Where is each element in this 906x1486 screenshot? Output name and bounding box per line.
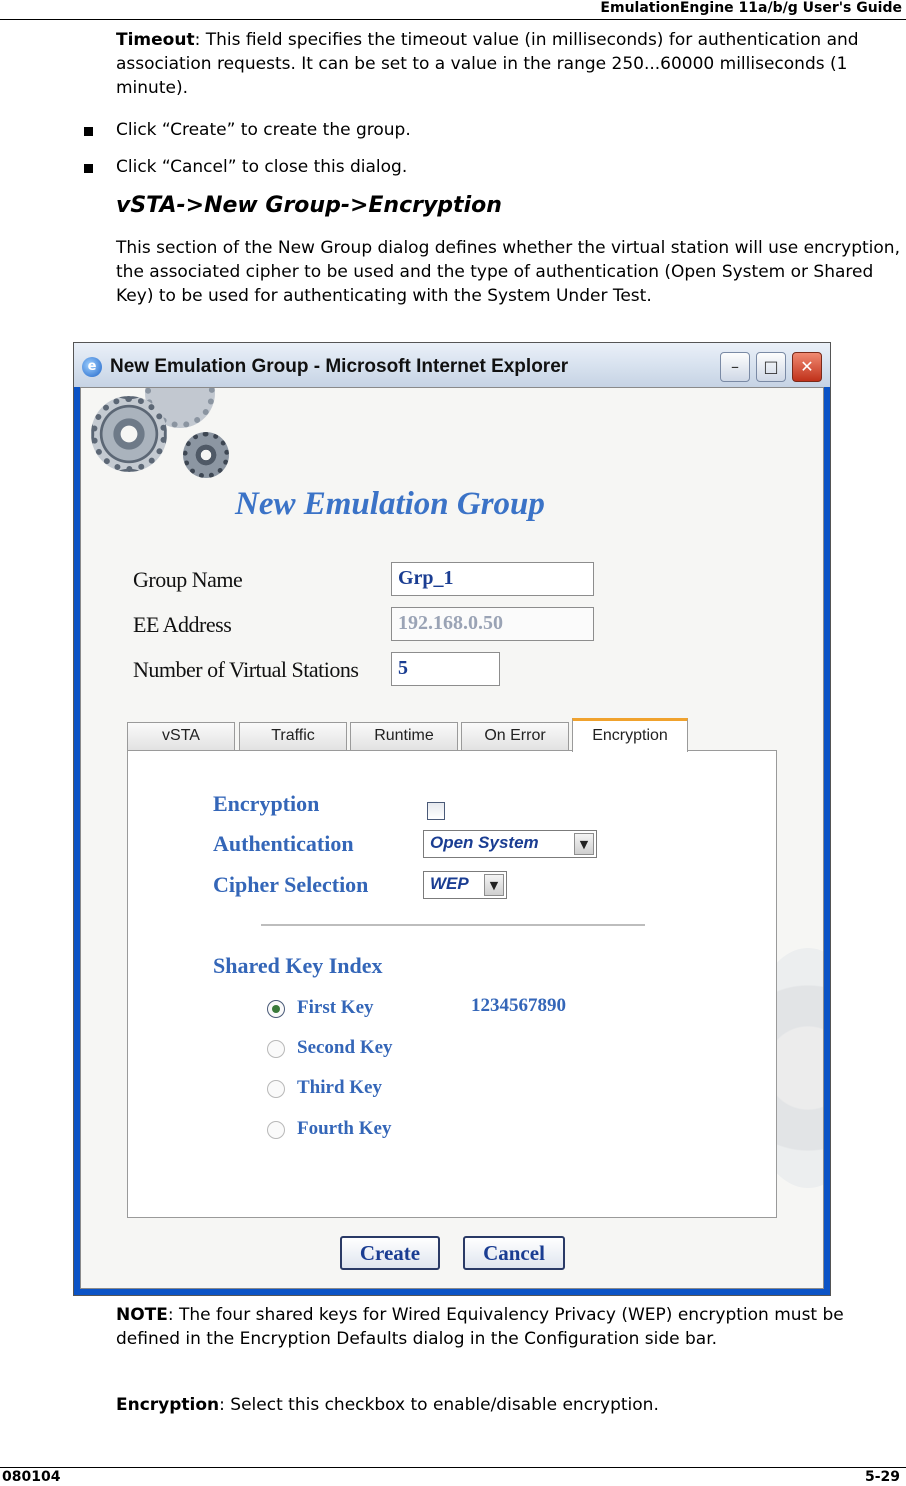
num-stations-label: Number of Virtual Stations — [133, 657, 359, 682]
tab-on-error[interactable]: On Error — [461, 722, 569, 750]
fourth-key-label: Fourth Key — [297, 1118, 392, 1139]
ie-logo-icon: e — [82, 357, 102, 377]
encryption-term: Encryption — [116, 1395, 220, 1415]
tab-encryption[interactable]: Encryption — [572, 718, 688, 752]
bullet-text: Click “Cancel” to close this dialog. — [116, 157, 408, 177]
authentication-value: Open System — [430, 833, 539, 852]
window-titlebar: e New Emulation Group - Microsoft Intern… — [74, 343, 830, 387]
section-body: This section of the New Group dialog def… — [116, 238, 900, 306]
close-icon[interactable]: ✕ — [792, 352, 822, 382]
ee-address-label: EE Address — [133, 612, 232, 637]
encryption-checkbox[interactable] — [427, 802, 445, 820]
authentication-label: Authentication — [213, 831, 354, 856]
footer-doc-id: 080104 — [2, 1469, 61, 1485]
first-key-label: First Key — [297, 997, 374, 1018]
tab-vsta[interactable]: vSTA — [127, 722, 235, 750]
note-term: NOTE — [116, 1305, 168, 1325]
tab-runtime[interactable]: Runtime — [350, 722, 458, 750]
cipher-label: Cipher Selection — [213, 872, 369, 897]
encryption-panel — [127, 750, 777, 1218]
bullet-square-icon — [84, 164, 93, 173]
timeout-text: : This field specifies the timeout value… — [116, 30, 859, 98]
footer-rule — [0, 1467, 906, 1468]
ie-window: e New Emulation Group - Microsoft Intern… — [73, 342, 831, 1296]
tab-traffic[interactable]: Traffic — [239, 722, 347, 750]
radio-third-key[interactable] — [267, 1080, 285, 1098]
create-button[interactable]: Create — [340, 1236, 440, 1270]
authentication-select[interactable]: Open System ▼ — [423, 830, 597, 858]
note-text: : The four shared keys for Wired Equival… — [116, 1305, 844, 1349]
bullet-text: Click “Create” to create the group. — [116, 120, 411, 140]
bullet-square-icon — [84, 127, 93, 136]
third-key-label: Third Key — [297, 1077, 382, 1098]
running-header: EmulationEngine 11a/b/g User's Guide — [600, 0, 902, 16]
footer-page-number: 5-29 — [864, 1469, 900, 1485]
group-name-label: Group Name — [133, 567, 243, 592]
radio-second-key[interactable] — [267, 1040, 285, 1058]
chevron-down-icon[interactable]: ▼ — [574, 833, 594, 855]
gear-decoration-icon — [183, 432, 229, 478]
radio-first-key[interactable] — [267, 1000, 285, 1018]
num-stations-input[interactable]: 5 — [391, 652, 500, 686]
encryption-label: Encryption — [213, 791, 320, 816]
minimize-icon[interactable]: – — [720, 352, 750, 382]
dialog-heading: New Emulation Group — [235, 486, 545, 522]
gear-decoration-icon — [91, 396, 167, 472]
shared-key-index-label: Shared Key Index — [213, 953, 383, 978]
section-title: vSTA->New Group->Encryption — [116, 193, 502, 218]
maximize-icon[interactable]: □ — [756, 352, 786, 382]
radio-fourth-key[interactable] — [267, 1121, 285, 1139]
note-paragraph: NOTE: The four shared keys for Wired Equ… — [116, 1303, 902, 1351]
encryption-description: Encryption: Select this checkbox to enab… — [116, 1393, 902, 1417]
dialog-content: New Emulation Group Group Name Grp_1 EE … — [80, 387, 824, 1289]
encryption-desc-text: : Select this checkbox to enable/disable… — [219, 1395, 659, 1415]
timeout-term: Timeout — [116, 30, 195, 50]
section-divider — [261, 924, 645, 926]
cipher-value: WEP — [430, 874, 469, 893]
group-name-input[interactable]: Grp_1 — [391, 562, 594, 596]
cancel-button[interactable]: Cancel — [463, 1236, 565, 1270]
first-key-value: 1234567890 — [471, 995, 566, 1016]
ee-address-input: 192.168.0.50 — [391, 607, 594, 641]
header-rule — [0, 19, 906, 20]
timeout-paragraph: Timeout: This field specifies the timeou… — [116, 28, 902, 100]
second-key-label: Second Key — [297, 1037, 393, 1058]
window-title: New Emulation Group - Microsoft Internet… — [110, 356, 569, 377]
cipher-select[interactable]: WEP ▼ — [423, 871, 507, 899]
chevron-down-icon[interactable]: ▼ — [484, 874, 504, 896]
